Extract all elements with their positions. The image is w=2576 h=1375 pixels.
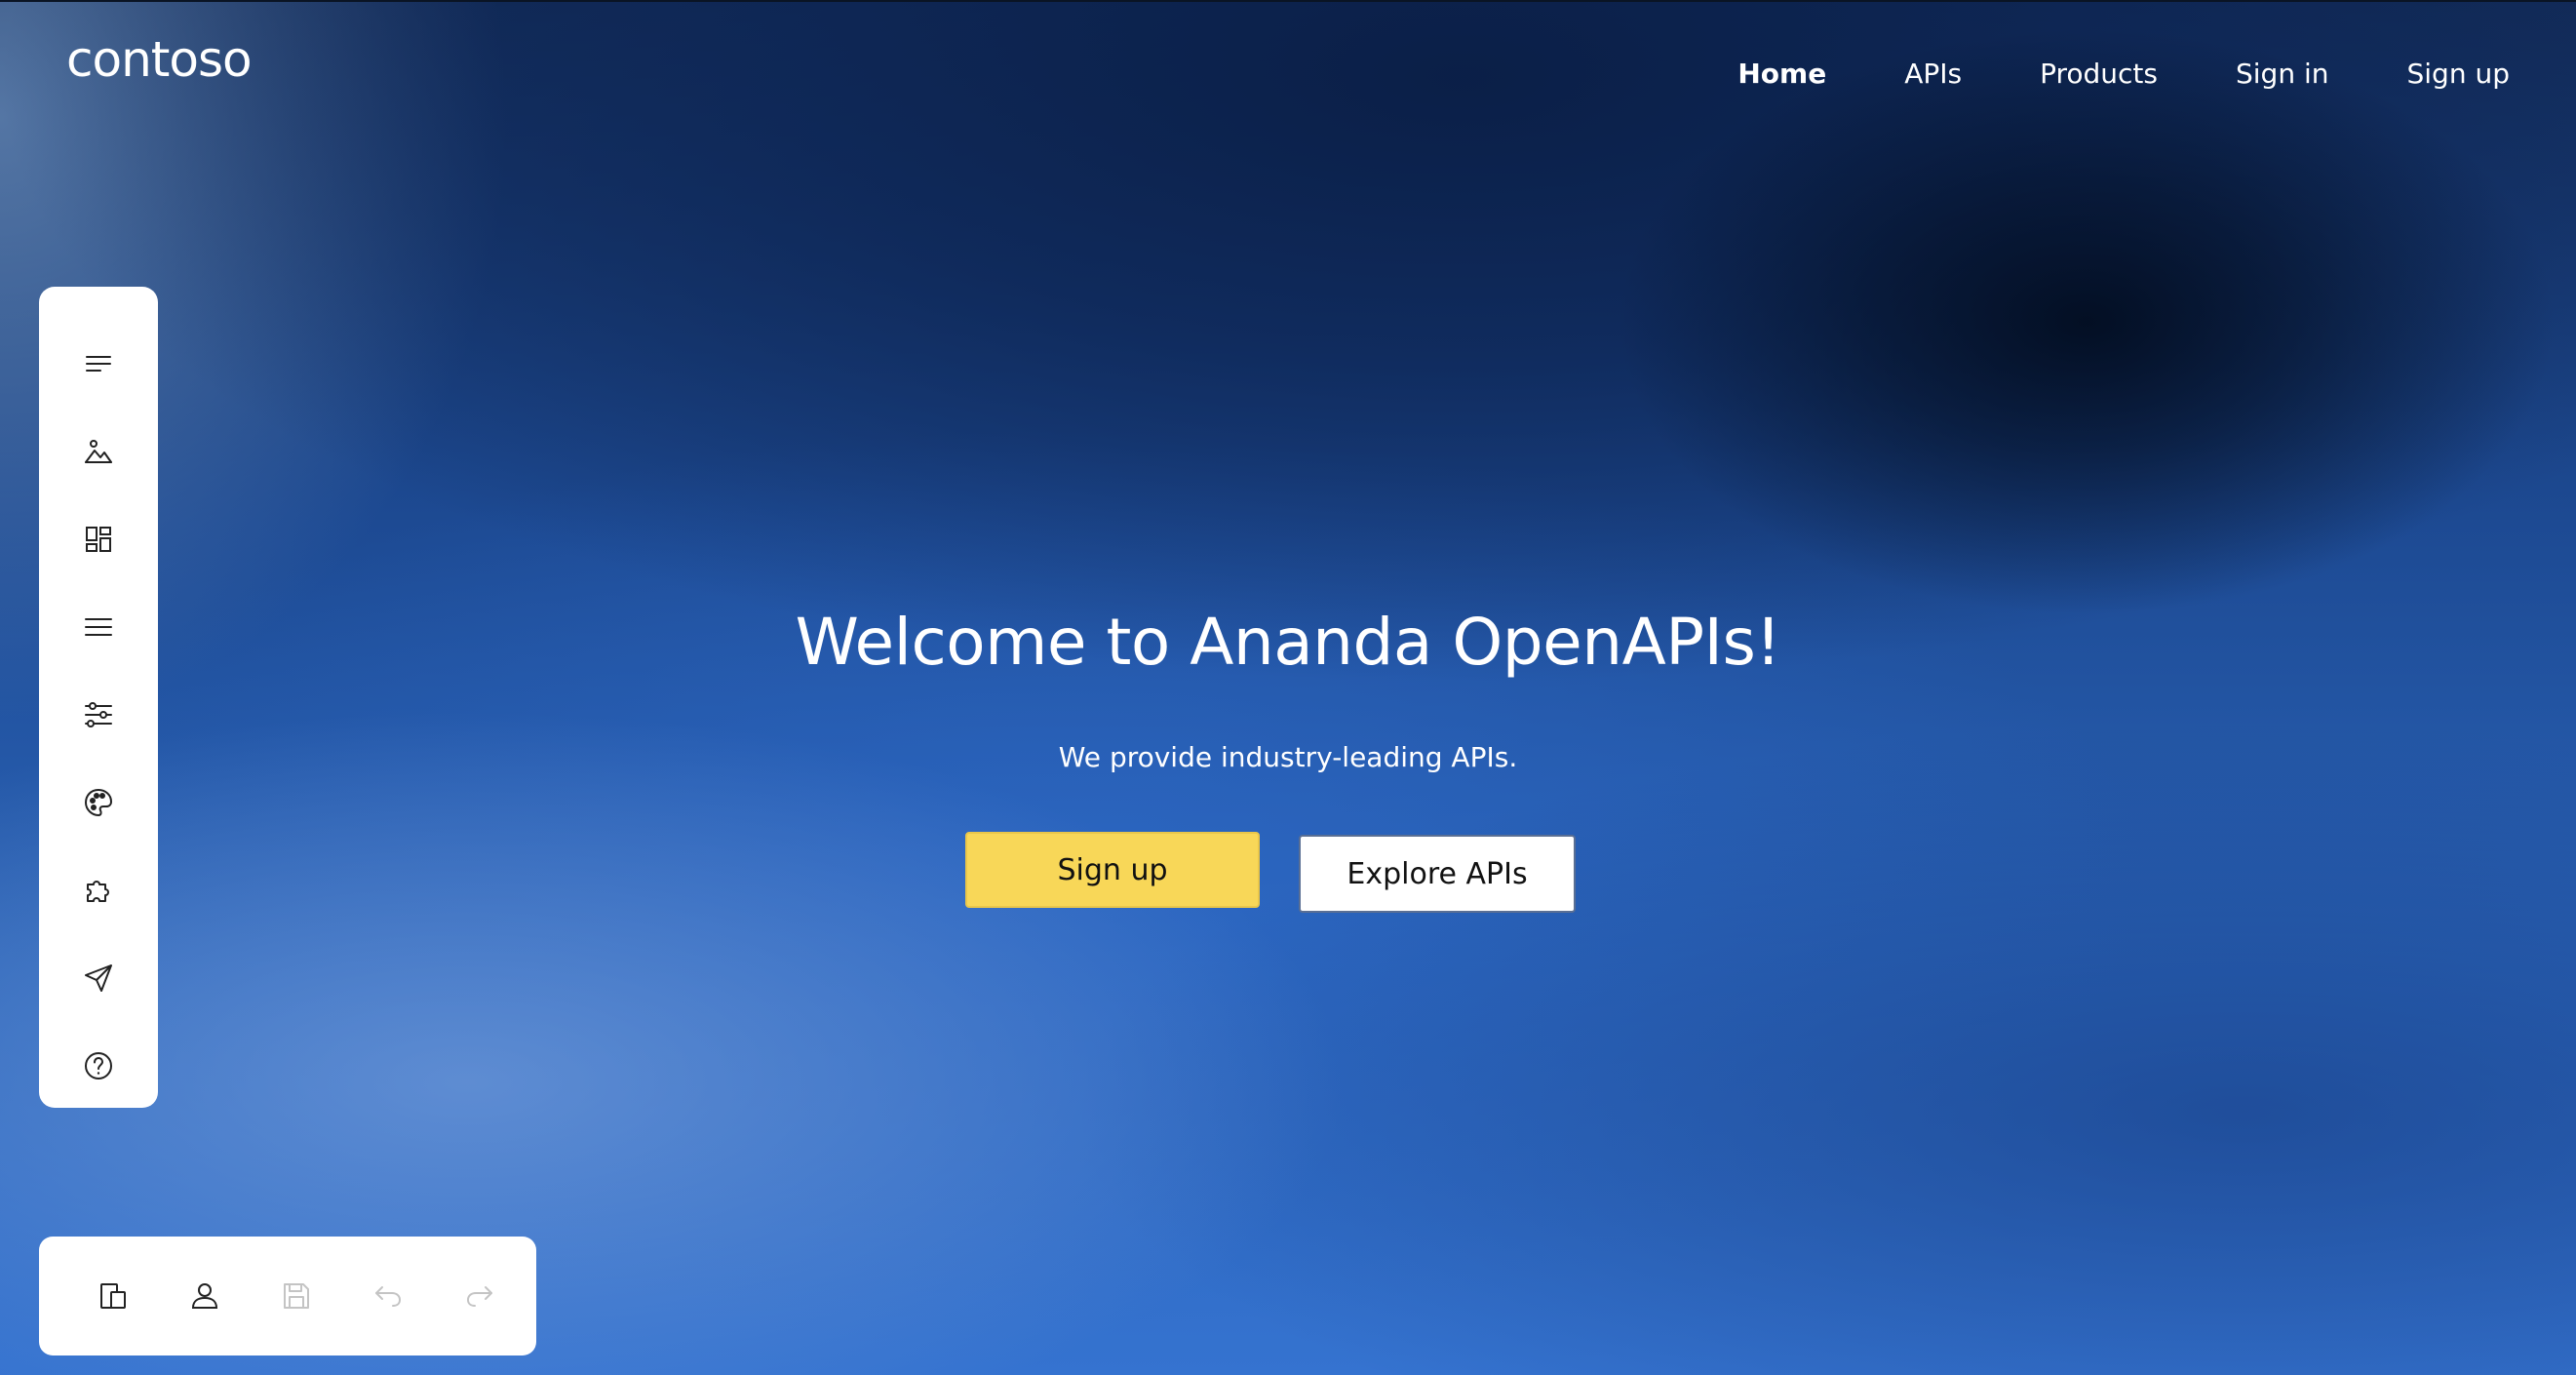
explore-apis-button[interactable]: Explore APIs [1299,835,1576,913]
editor-bottom-toolbar [39,1237,536,1355]
undo-icon [353,1237,445,1355]
hero-subtitle: We provide industry-leading APIs. [1058,741,1518,773]
top-border [0,0,2576,2]
puzzle-icon[interactable] [39,846,158,934]
hero-title: Welcome to Ananda OpenAPIs! [795,605,1781,680]
image-icon[interactable] [39,408,158,495]
nav-sign-up[interactable]: Sign up [2407,60,2511,88]
help-icon[interactable] [39,1022,158,1110]
nav-home[interactable]: Home [1737,60,1826,88]
editor-side-toolbar [39,287,158,1108]
widgets-icon[interactable] [39,495,158,583]
main-nav: Home APIs Products Sign in Sign up [1737,60,2510,88]
sign-up-button[interactable]: Sign up [965,832,1260,908]
text-icon[interactable] [39,320,158,408]
palette-icon[interactable] [39,759,158,846]
contoso-logo[interactable]: contoso [66,35,253,84]
pages-icon[interactable] [78,1237,170,1355]
save-icon [261,1237,353,1355]
menu-icon[interactable] [39,583,158,671]
sliders-icon[interactable] [39,671,158,759]
user-icon[interactable] [170,1237,261,1355]
redo-icon [445,1237,536,1355]
send-icon[interactable] [39,934,158,1022]
nav-sign-in[interactable]: Sign in [2236,60,2329,88]
nav-products[interactable]: Products [2040,60,2158,88]
nav-apis[interactable]: APIs [1904,60,1962,88]
